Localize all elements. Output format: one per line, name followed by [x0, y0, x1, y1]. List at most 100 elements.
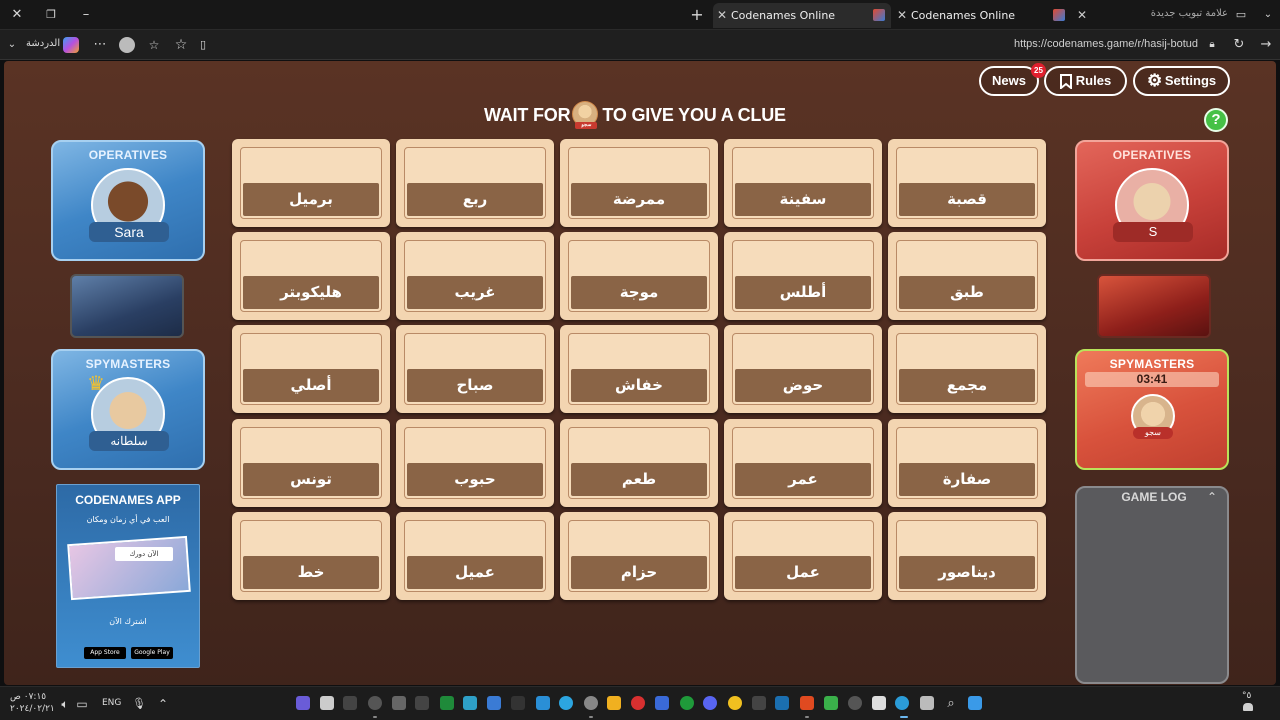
game-log-panel[interactable]: GAME LOG ⌃	[1075, 486, 1229, 684]
word-card[interactable]: ممرضة	[560, 139, 718, 227]
app-icon[interactable]	[728, 696, 742, 710]
google-play-button[interactable]: Google Play	[131, 647, 173, 659]
settings-button[interactable]: ⚙ Settings	[1133, 66, 1230, 96]
app-icon[interactable]	[368, 696, 382, 710]
app-icon[interactable]	[296, 696, 310, 710]
app-icon[interactable]	[343, 696, 357, 710]
telegram-icon[interactable]	[559, 696, 573, 710]
word-card[interactable]: خط	[232, 512, 390, 600]
card-word: تونس	[243, 463, 379, 496]
word-card[interactable]: ربع	[396, 139, 554, 227]
word-card[interactable]: مجمع	[888, 325, 1046, 413]
codenames-favicon	[873, 9, 885, 21]
windows-start-icon[interactable]	[968, 696, 982, 710]
word-card[interactable]: سفينة	[724, 139, 882, 227]
discord-icon[interactable]	[703, 696, 717, 710]
word-card[interactable]: حوض	[724, 325, 882, 413]
app-icon[interactable]	[872, 696, 886, 710]
word-card[interactable]: عميل	[396, 512, 554, 600]
app-icon[interactable]	[392, 696, 406, 710]
close-tab-icon[interactable]: ✕	[717, 3, 727, 28]
app-icon[interactable]	[848, 696, 862, 710]
chevron-down-icon[interactable]: ⌄	[2, 35, 22, 55]
word-card[interactable]: ديناصور	[888, 512, 1046, 600]
app-icon[interactable]	[752, 696, 766, 710]
close-window-icon[interactable]: ✕	[7, 5, 27, 25]
app-icon[interactable]	[511, 696, 525, 710]
network-icon[interactable]: ▭	[72, 694, 92, 714]
favorites-icon[interactable]: ☆	[144, 35, 164, 55]
word-card[interactable]: عمر	[724, 419, 882, 507]
app-icon[interactable]	[824, 696, 838, 710]
word-card[interactable]: غريب	[396, 232, 554, 320]
word-card[interactable]: قصبة	[888, 139, 1046, 227]
new-tab-label[interactable]: علامة تبويب جديدة	[1150, 8, 1228, 19]
weather-temp[interactable]: °٥	[1242, 691, 1251, 701]
close-tab-icon[interactable]: ✕	[1077, 3, 1087, 28]
collapse-icon[interactable]: ⌃	[1207, 490, 1217, 504]
rules-button[interactable]: Rules	[1044, 66, 1127, 96]
tab-codenames-active[interactable]: ✕ Codenames Online	[713, 3, 891, 28]
star-icon[interactable]: ☆	[171, 35, 191, 55]
app-icon[interactable]	[655, 696, 669, 710]
close-tab-icon[interactable]: ✕	[897, 3, 907, 28]
forward-icon[interactable]: →	[1256, 35, 1276, 55]
card-word: ربع	[407, 183, 543, 216]
card-word: ممرضة	[571, 183, 707, 216]
word-card[interactable]: عمل	[724, 512, 882, 600]
copilot-icon[interactable]	[63, 37, 79, 53]
restore-icon[interactable]: ❐	[41, 5, 61, 25]
word-card[interactable]: هليكوبتر	[232, 232, 390, 320]
word-card[interactable]: طبق	[888, 232, 1046, 320]
lock-icon[interactable]: 🔒︎	[1202, 35, 1222, 55]
app-icon[interactable]	[320, 696, 334, 710]
app-ad-cta[interactable]: اشترك الآن	[57, 617, 199, 626]
edge-icon[interactable]	[895, 696, 909, 710]
profile-icon[interactable]	[119, 37, 135, 53]
steam-icon[interactable]	[775, 696, 789, 710]
reading-icon[interactable]: ▯	[193, 35, 213, 55]
new-tab-icon[interactable]: +	[687, 5, 707, 25]
word-card[interactable]: حبوب	[396, 419, 554, 507]
word-card[interactable]: تونس	[232, 419, 390, 507]
word-card[interactable]: موجة	[560, 232, 718, 320]
app-icon[interactable]	[415, 696, 429, 710]
language-indicator[interactable]: ENG	[102, 698, 121, 708]
tab-icon[interactable]: ▭	[1231, 5, 1251, 25]
news-button[interactable]: News 25	[979, 63, 1046, 96]
excel-icon[interactable]	[440, 696, 454, 710]
word-card[interactable]: برميل	[232, 139, 390, 227]
word-card[interactable]: أصلي	[232, 325, 390, 413]
codenames-app-ad[interactable]: CODENAMES APP العب في أي زمان ومكان الآن…	[56, 484, 200, 668]
app-store-button[interactable]: App Store	[84, 647, 126, 659]
search-icon[interactable]: ⌕	[941, 694, 961, 714]
app-icon[interactable]	[536, 696, 550, 710]
minimize-icon[interactable]: –	[76, 5, 96, 25]
red-spymasters-panel: SPYMASTERS 03:41 سجو	[1075, 349, 1229, 470]
clock[interactable]: ٠٧:١٥ ص ٢٠٢٤/٠٢/٢١	[10, 691, 55, 715]
app-icon[interactable]	[487, 696, 501, 710]
word-card[interactable]: صفارة	[888, 419, 1046, 507]
chat-label[interactable]: الدردشة	[26, 38, 60, 49]
tab-codenames[interactable]: ✕ Codenames Online ✕	[893, 3, 1093, 28]
app-icon[interactable]	[607, 696, 621, 710]
word-card[interactable]: صباح	[396, 325, 554, 413]
word-card[interactable]: حزام	[560, 512, 718, 600]
clock-time: ٠٧:١٥ ص	[10, 692, 47, 702]
app-icon[interactable]	[920, 696, 934, 710]
help-button[interactable]: ?	[1204, 108, 1228, 132]
mic-icon[interactable]: 🎙︎	[129, 694, 149, 714]
more-icon[interactable]: ⋯	[90, 35, 110, 55]
tray-chevron-icon[interactable]: ⌃	[153, 694, 173, 714]
app-icon[interactable]	[584, 696, 598, 710]
tab-list-icon[interactable]: ⌄	[1258, 5, 1278, 25]
word-card[interactable]: أطلس	[724, 232, 882, 320]
xbox-icon[interactable]	[680, 696, 694, 710]
brave-icon[interactable]	[800, 696, 814, 710]
app-icon[interactable]	[463, 696, 477, 710]
refresh-icon[interactable]: ↻	[1229, 35, 1249, 55]
word-card[interactable]: طعم	[560, 419, 718, 507]
url-input[interactable]: https://codenames.game/r/hasij-botud	[930, 38, 1198, 50]
word-card[interactable]: خفاش	[560, 325, 718, 413]
app-icon[interactable]	[631, 696, 645, 710]
